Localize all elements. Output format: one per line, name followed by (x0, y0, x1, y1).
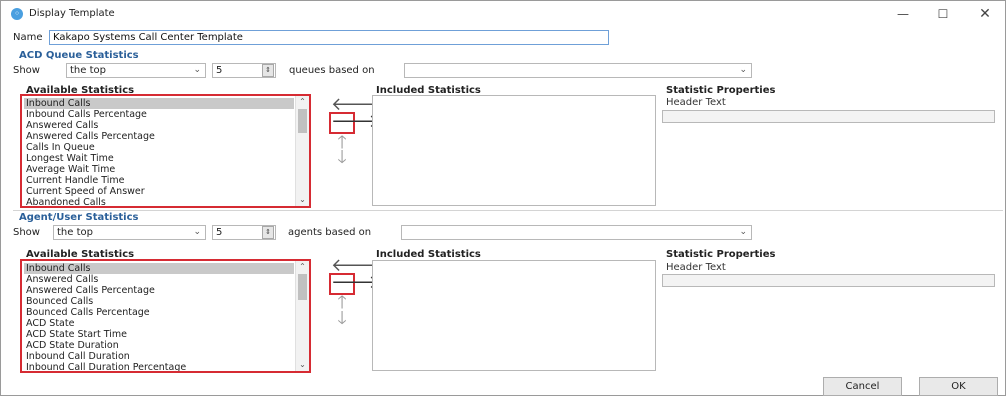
list-item[interactable]: Inbound Calls (24, 263, 294, 274)
acd-based-on-select[interactable]: ⌄ (404, 63, 752, 78)
agent-show-value: the top (57, 227, 93, 238)
list-item[interactable]: Current Handle Time (24, 175, 124, 186)
section-divider (13, 210, 1003, 211)
list-item[interactable]: Answered Calls (24, 120, 98, 131)
scroll-thumb[interactable] (298, 274, 307, 300)
minimize-button[interactable]: — (888, 5, 918, 23)
list-item[interactable]: Inbound Calls Percentage (24, 109, 147, 120)
acd-list-scrollbar[interactable]: ⌃ ⌄ (295, 96, 309, 206)
list-item[interactable]: ACD State (24, 318, 74, 329)
list-item[interactable]: Longest Wait Time (24, 153, 114, 164)
chevron-down-icon: ⌄ (193, 227, 201, 237)
ok-button[interactable]: OK (919, 377, 998, 396)
agent-show-label: Show (13, 227, 40, 238)
window-title: Display Template (29, 8, 115, 19)
agent-section-title: Agent/User Statistics (19, 212, 139, 223)
acd-included-list[interactable] (372, 95, 656, 206)
list-item[interactable]: Bounced Calls (24, 296, 93, 307)
name-label: Name (13, 32, 43, 43)
title-bar: ◦ Display Template — ☐ ✕ (1, 1, 1005, 27)
list-item[interactable]: Average Wait Time (24, 164, 115, 175)
cancel-button[interactable]: Cancel (823, 377, 902, 396)
agent-based-on-label: agents based on (288, 227, 372, 238)
agent-based-on-select[interactable]: ⌄ (401, 225, 752, 240)
list-item[interactable]: Inbound Call Duration (24, 351, 130, 362)
close-button[interactable]: ✕ (970, 5, 1000, 23)
arrow-down-icon[interactable]: 🡓 (331, 309, 353, 329)
acd-section-title: ACD Queue Statistics (19, 50, 139, 61)
scroll-thumb[interactable] (298, 109, 307, 133)
maximize-button[interactable]: ☐ (928, 5, 958, 23)
list-item[interactable]: Answered Calls (24, 274, 98, 285)
list-item[interactable]: Current Speed of Answer (24, 186, 145, 197)
list-item[interactable]: Inbound Calls (24, 98, 294, 109)
chevron-down-icon: ⌄ (739, 65, 747, 75)
list-item[interactable]: ACD State Duration (24, 340, 119, 351)
scroll-up-icon[interactable]: ⌃ (296, 261, 309, 273)
acd-based-on-label: queues based on (289, 65, 375, 76)
agent-header-text-label: Header Text (666, 262, 726, 273)
scroll-down-icon[interactable]: ⌄ (296, 359, 309, 371)
app-logo-icon: ◦ (11, 8, 23, 20)
acd-show-select[interactable]: the top ⌄ (66, 63, 206, 78)
arrow-right-icon[interactable]: 🡒 (329, 112, 379, 134)
acd-properties-title: Statistic Properties (666, 85, 776, 96)
name-input[interactable]: Kakapo Systems Call Center Template (49, 30, 609, 45)
acd-available-list[interactable]: Inbound Calls Inbound Calls Percentage A… (20, 94, 311, 208)
scroll-up-icon[interactable]: ⌃ (296, 96, 309, 108)
chevron-down-icon: ⌄ (739, 227, 747, 237)
list-item[interactable]: Abandoned Calls (24, 197, 106, 206)
acd-count-value: 5 (216, 65, 223, 76)
agent-show-select[interactable]: the top ⌄ (53, 225, 206, 240)
agent-available-list[interactable]: Inbound Calls Answered Calls Answered Ca… (20, 259, 311, 373)
list-item[interactable]: Inbound Call Duration Percentage (24, 362, 186, 371)
list-item[interactable]: Bounced Calls Percentage (24, 307, 150, 318)
acd-show-label: Show (13, 65, 40, 76)
arrow-down-icon[interactable]: 🡓 (331, 148, 353, 168)
acd-header-text-label: Header Text (666, 97, 726, 108)
agent-stepper-arrows-icon[interactable]: ⇕ (262, 226, 274, 239)
agent-properties-title: Statistic Properties (666, 249, 776, 260)
agent-header-text-input[interactable] (662, 274, 995, 287)
list-item[interactable]: ACD State Start Time (24, 329, 127, 340)
list-item[interactable]: Answered Calls Percentage (24, 285, 155, 296)
list-item[interactable]: Calls In Queue (24, 142, 95, 153)
scroll-down-icon[interactable]: ⌄ (296, 194, 309, 206)
acd-stepper-arrows-icon[interactable]: ⇕ (262, 64, 274, 77)
chevron-down-icon: ⌄ (193, 65, 201, 75)
display-template-window: ◦ Display Template — ☐ ✕ Name Kakapo Sys… (0, 0, 1006, 396)
agent-count-value: 5 (216, 227, 223, 238)
acd-header-text-input[interactable] (662, 110, 995, 123)
agent-included-list[interactable] (372, 260, 656, 371)
list-item[interactable]: Answered Calls Percentage (24, 131, 155, 142)
acd-show-value: the top (70, 65, 106, 76)
agent-list-scrollbar[interactable]: ⌃ ⌄ (295, 261, 309, 371)
agent-included-title: Included Statistics (376, 249, 481, 260)
